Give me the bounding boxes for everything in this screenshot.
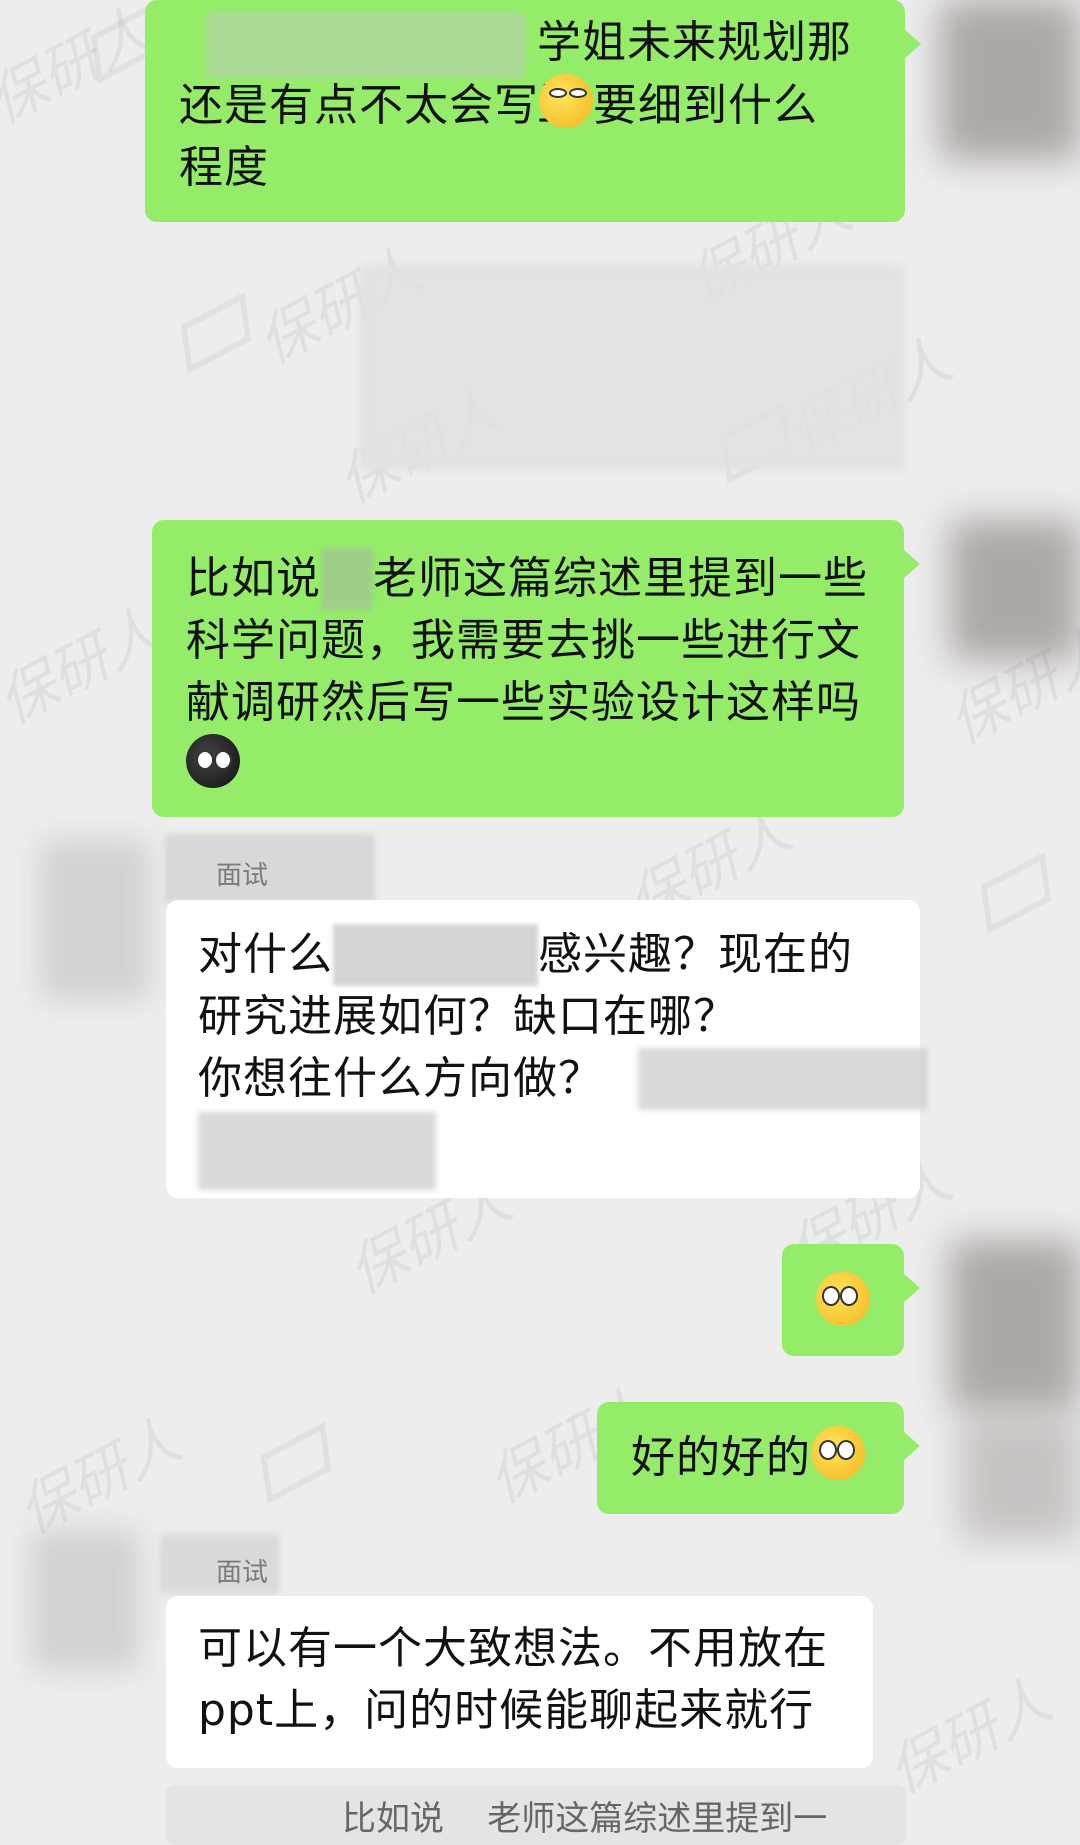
avatar	[940, 0, 1080, 160]
quoted-message-text: 比如说 老师这篇综述里提到一	[342, 1799, 828, 1839]
message-text: 好的好的	[631, 1432, 811, 1483]
message-text: 感兴趣？现在的	[538, 929, 853, 980]
sender-name: 面试	[216, 1558, 269, 1588]
message-bubble-received[interactable]: 可以有一个大致想法。不用放在 ppt上，问的时候能聊起来就行	[166, 1596, 873, 1768]
message-text: 比如说	[186, 553, 321, 604]
message-text: 还是有点不太会写	[179, 80, 539, 131]
watermark-cap-icon	[180, 291, 252, 375]
peek-emoji-icon	[816, 1272, 870, 1326]
message-bubble-sent[interactable]: 好的好的	[597, 1402, 920, 1514]
message-text: 科学问题，我需要去挑一些进行文	[186, 615, 861, 666]
message-text: 老师这篇综述里提到一些	[373, 553, 868, 604]
avatar[interactable]	[40, 840, 150, 1000]
redacted-text	[321, 548, 373, 610]
watermark: 保研人	[6, 1405, 193, 1548]
redacted-image[interactable]	[360, 265, 905, 470]
message-text: 可以有一个大致想法。不用放在	[198, 1623, 828, 1674]
message-text: 你想往什么方向做？	[198, 1053, 603, 1104]
redacted-sender	[165, 834, 375, 904]
avatar	[960, 1420, 1080, 1540]
redacted-text	[638, 1048, 928, 1110]
message-text: 献调研然后写一些实验设计这样吗	[186, 677, 861, 728]
message-text: ppt上，问的时候能聊起来就行	[198, 1685, 815, 1736]
message-bubble-sent[interactable]	[782, 1244, 920, 1356]
redacted-text	[198, 1112, 436, 1190]
message-bubble-sent[interactable]: 学姐未来规划那里 还是有点不太会写要细到什么 程度	[145, 0, 921, 222]
message-bubble-sent[interactable]: 比如说 老师这篇综述里提到一些 科学问题，我需要去挑一些进行文 献调研然后写一些实…	[152, 520, 920, 817]
message-text: 研究进展如何？缺口在哪？	[198, 991, 738, 1042]
message-text: 程度	[179, 142, 269, 193]
crying-emoji-icon	[186, 734, 240, 788]
watermark: 保研人	[0, 0, 163, 138]
grimace-emoji-icon	[539, 74, 593, 128]
redacted-text	[207, 12, 525, 78]
watermark-cap-icon	[980, 851, 1052, 935]
quoted-message[interactable]: 比如说 老师这篇综述里提到一	[166, 1785, 906, 1845]
watermark-cap-icon	[260, 1421, 332, 1505]
avatar	[950, 1240, 1080, 1410]
message-text: 对什么	[198, 929, 333, 980]
ok-hand-emoji-icon	[811, 1426, 865, 1480]
sender-name: 面试	[216, 861, 269, 891]
redacted-text	[333, 924, 538, 986]
watermark: 保研人	[0, 595, 173, 738]
avatar	[950, 520, 1080, 660]
avatar[interactable]	[30, 1530, 140, 1670]
message-bubble-received[interactable]: 对什么 感兴趣？现在的 研究进展如何？缺口在哪？ 你想往什么方向做？	[166, 900, 928, 1198]
